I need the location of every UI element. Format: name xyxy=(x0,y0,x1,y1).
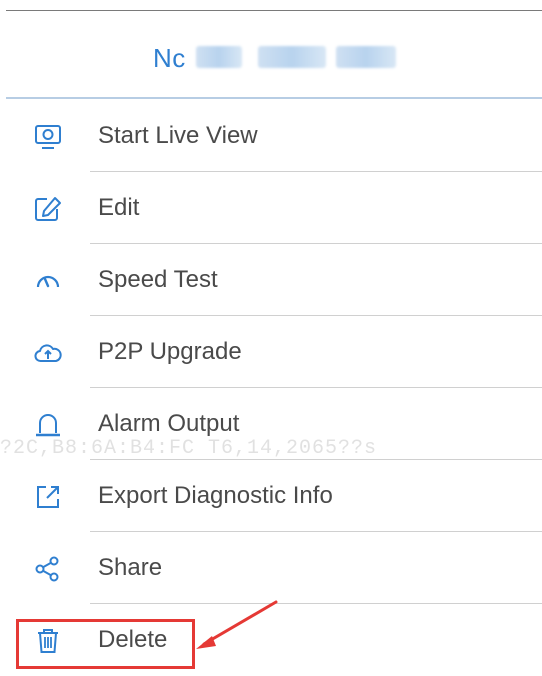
monitor-icon xyxy=(32,123,64,151)
alarm-light-icon xyxy=(32,411,64,439)
edit-icon xyxy=(32,195,64,223)
menu-item-edit[interactable]: Edit xyxy=(0,172,542,244)
menu-item-label: Share xyxy=(98,554,163,581)
device-name-title: Nc xyxy=(153,43,186,73)
annotation-arrow-icon xyxy=(196,600,278,649)
menu-item-label: Alarm Output xyxy=(98,410,240,437)
menu-item-alarm-output[interactable]: Alarm Output xyxy=(0,388,542,460)
menu-item-start-live-view[interactable]: Start Live View xyxy=(0,100,542,172)
menu-item-label: P2P Upgrade xyxy=(98,338,242,365)
menu-item-p2p-upgrade[interactable]: P2P Upgrade xyxy=(0,316,542,388)
device-header: Nc xyxy=(0,28,542,88)
menu-item-label: Speed Test xyxy=(98,266,218,293)
menu-item-export-diagnostic-info[interactable]: Export Diagnostic Info xyxy=(0,460,542,532)
menu-item-label: Start Live View xyxy=(98,122,258,149)
cloud-upload-icon xyxy=(32,339,64,367)
redacted-name-part-2 xyxy=(258,46,326,68)
export-icon xyxy=(32,483,64,511)
share-icon xyxy=(32,555,64,583)
menu-item-speed-test[interactable]: Speed Test xyxy=(0,244,542,316)
header-divider xyxy=(6,97,542,99)
delete-highlight-box xyxy=(16,619,195,669)
speedometer-icon xyxy=(32,267,64,295)
redacted-name-part-3 xyxy=(336,46,396,68)
menu-item-label: Export Diagnostic Info xyxy=(98,482,333,509)
menu-item-share[interactable]: Share xyxy=(0,532,542,604)
redacted-name-part-1 xyxy=(196,46,242,68)
menu-item-label: Edit xyxy=(98,194,140,221)
top-border xyxy=(6,10,542,11)
